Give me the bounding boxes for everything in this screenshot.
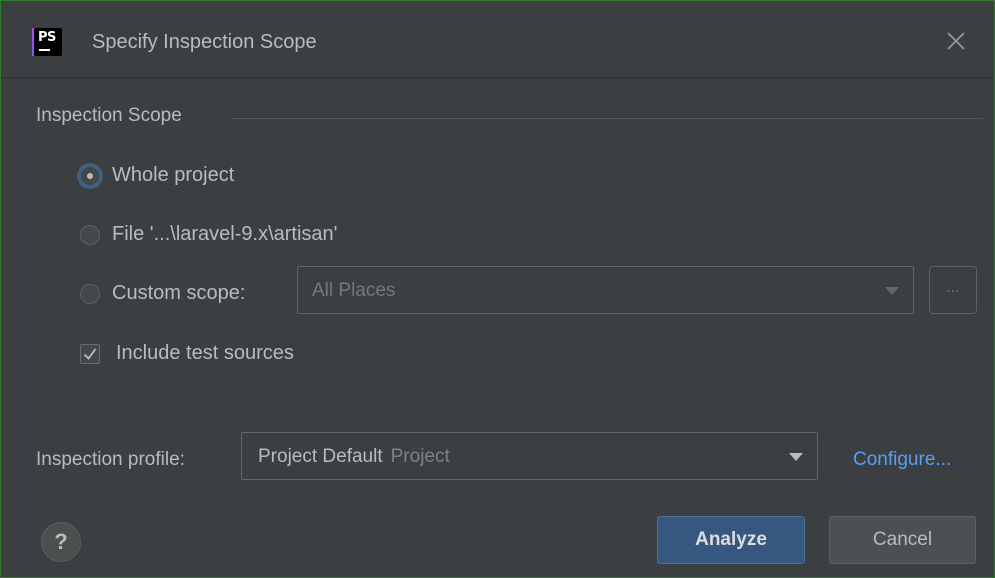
inspection-profile-dropdown[interactable]: Project Default Project: [241, 432, 818, 480]
section-divider: [231, 118, 983, 119]
radio-button[interactable]: [80, 224, 100, 245]
inspection-profile-label: Inspection profile:: [36, 449, 185, 470]
app-icon-text: PS: [38, 30, 56, 45]
check-icon: [83, 347, 97, 360]
app-icon-edge: [32, 28, 34, 56]
browse-scope-button[interactable]: ...: [929, 266, 977, 314]
phpstorm-icon: PS: [32, 28, 62, 56]
checkbox[interactable]: [80, 343, 100, 364]
radio-button[interactable]: [80, 283, 100, 304]
help-button[interactable]: ?: [41, 522, 81, 562]
configure-link[interactable]: Configure...: [853, 449, 951, 471]
profile-name: Project Default: [258, 446, 383, 467]
radio-custom-scope[interactable]: Custom scope:: [80, 282, 245, 305]
custom-scope-value: All Places: [312, 280, 396, 301]
chevron-down-icon: [885, 287, 899, 295]
profile-name-wrap: Project Default Project: [258, 446, 450, 468]
cancel-button[interactable]: Cancel: [829, 516, 976, 564]
radio-whole-project[interactable]: Whole project: [80, 164, 234, 187]
title-bar: PS Specify Inspection Scope: [1, 1, 994, 78]
section-title: Inspection Scope: [36, 105, 182, 126]
analyze-button[interactable]: Analyze: [657, 516, 805, 564]
radio-label: File '...\laravel-9.x\artisan': [112, 223, 338, 245]
close-icon[interactable]: [944, 29, 968, 53]
radio-button[interactable]: [80, 165, 100, 186]
radio-label: Whole project: [112, 164, 235, 186]
app-icon-bar: [39, 49, 50, 51]
custom-scope-dropdown[interactable]: All Places: [297, 266, 914, 314]
inspection-scope-dialog: PS Specify Inspection Scope Inspection S…: [0, 0, 995, 578]
radio-file[interactable]: File '...\laravel-9.x\artisan': [80, 223, 338, 246]
profile-sub: Project: [390, 446, 450, 467]
chevron-down-icon: [789, 453, 803, 461]
checkbox-label: Include test sources: [116, 342, 294, 364]
include-test-sources-checkbox[interactable]: Include test sources: [80, 342, 294, 365]
dialog-title: Specify Inspection Scope: [92, 31, 317, 53]
radio-label: Custom scope:: [112, 282, 246, 304]
